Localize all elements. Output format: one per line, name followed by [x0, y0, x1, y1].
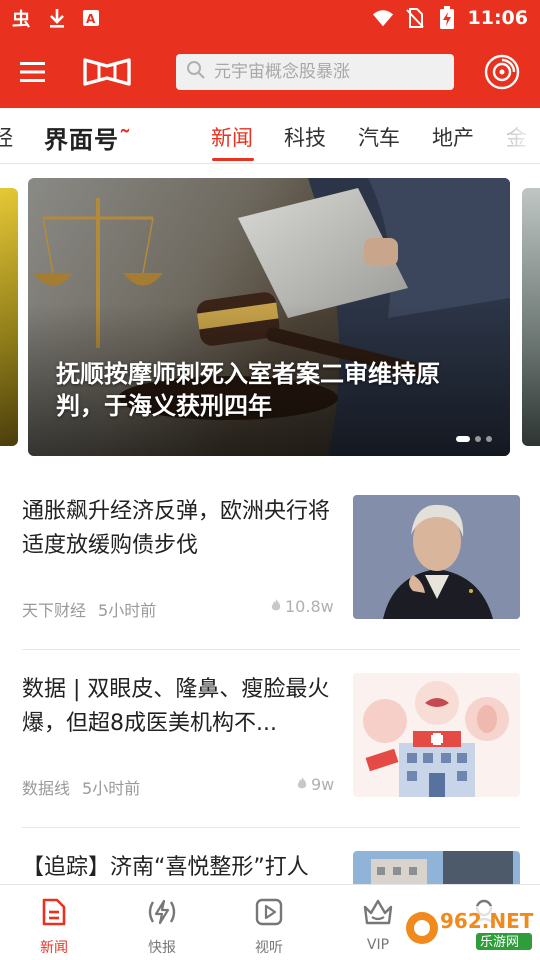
- battery-charging-icon: [436, 6, 458, 29]
- nav-vip-label: VIP: [366, 937, 390, 953]
- news-meta: 数据线 5小时前: [22, 775, 140, 799]
- list-divider: [22, 649, 520, 650]
- watermark-main-text: 962.NET: [440, 909, 534, 933]
- tab-jiemian-hao[interactable]: 界面号˜: [44, 120, 132, 155]
- news-source: 天下财经: [22, 601, 87, 620]
- tab-tech[interactable]: 科技: [284, 122, 326, 152]
- vip-crown-icon: [361, 897, 395, 931]
- jiemian-logo-icon[interactable]: [82, 56, 132, 88]
- carousel-dots: [456, 436, 492, 442]
- news-doc-icon: [39, 897, 69, 931]
- news-view-count: 10.8w: [285, 597, 334, 616]
- clock: 11:06: [467, 7, 528, 29]
- news-views: 9w: [296, 775, 334, 794]
- news-view-count: 9w: [311, 775, 335, 794]
- carousel-dot[interactable]: [486, 436, 492, 442]
- svg-text:A: A: [86, 12, 96, 26]
- wifi-icon: [372, 7, 394, 29]
- carousel-dot[interactable]: [475, 436, 481, 442]
- nav-video[interactable]: 视听: [229, 897, 309, 957]
- play-video-icon: [254, 897, 284, 931]
- status-bar: 虫 A 11:06: [0, 0, 540, 36]
- hamburger-menu-icon[interactable]: [18, 58, 48, 86]
- search-input[interactable]: [214, 62, 444, 82]
- news-list-item[interactable]: 数据 | 双眼皮、隆鼻、瘦脸最火爆，但超8成医美机构不... 数据线 5小时前 …: [22, 673, 520, 799]
- news-source: 数据线: [22, 779, 71, 798]
- a-box-icon: A: [80, 7, 102, 29]
- news-views: 10.8w: [270, 597, 334, 616]
- site-watermark: 962.NET 乐游网: [400, 900, 536, 956]
- nav-video-label: 视听: [255, 940, 283, 956]
- search-bar[interactable]: [176, 54, 454, 90]
- nav-flash-label: 快报: [148, 940, 176, 956]
- banner-title[interactable]: 抚顺按摩师刺死入室者案二审维持原判，于海义获刑四年: [56, 358, 486, 422]
- active-tab-indicator: [212, 158, 254, 161]
- bug-icon: 虫: [12, 7, 34, 29]
- list-divider: [22, 827, 520, 828]
- tab-news[interactable]: 新闻: [211, 122, 253, 152]
- tab-real-estate[interactable]: 地产: [432, 122, 474, 152]
- no-sim-icon: [404, 7, 426, 29]
- news-title[interactable]: 【追踪】济南“喜悦整形”打人: [22, 851, 332, 885]
- news-list-item[interactable]: 通胀飙升经济反弹，欧洲央行将适度放缓购债步伐 天下财经 5小时前 10.8w: [22, 495, 520, 621]
- flame-icon: [270, 597, 282, 616]
- news-meta: 天下财经 5小时前: [22, 597, 156, 621]
- audio-disc-icon[interactable]: [484, 54, 520, 90]
- banner-slide[interactable]: 抚顺按摩师刺死入室者案二审维持原判，于海义获刑四年: [28, 178, 510, 456]
- flame-icon: [296, 775, 308, 794]
- app-screen: 虫 A 11:06 元宇宙概念股暴涨 界面号˜ 新闻 科技 汽车 地产 抚顺按摩…: [0, 0, 540, 960]
- cosmetic-hospital-illustration[interactable]: [353, 673, 520, 797]
- tabs-fade: [500, 108, 540, 163]
- news-title[interactable]: 通胀飙升经济反弹，欧洲央行将适度放缓购债步伐: [22, 495, 332, 563]
- flash-broadcast-icon: [145, 897, 179, 931]
- search-icon: [186, 60, 206, 84]
- tab-auto[interactable]: 汽车: [358, 122, 400, 152]
- brand-mark-icon: ˜: [119, 125, 132, 154]
- channel-tabs: 经 界面号˜ 新闻 科技 汽车 地产 金: [0, 108, 540, 164]
- carousel-prev-slide[interactable]: [0, 188, 18, 446]
- nav-news[interactable]: 新闻: [14, 897, 94, 957]
- tab-jiemian-hao-label: 界面号: [44, 125, 119, 154]
- nav-flash[interactable]: 快报: [122, 897, 202, 957]
- carousel-dot-active[interactable]: [456, 436, 470, 442]
- news-title[interactable]: 数据 | 双眼皮、隆鼻、瘦脸最火爆，但超8成医美机构不...: [22, 673, 332, 741]
- carousel-next-slide[interactable]: [522, 188, 540, 446]
- app-bar: [0, 36, 540, 108]
- svg-text:虫: 虫: [12, 8, 30, 29]
- news-time: 5小时前: [98, 601, 157, 620]
- banner-carousel[interactable]: 抚顺按摩师刺死入室者案二审维持原判，于海义获刑四年: [0, 178, 540, 458]
- woman-speaker-photo[interactable]: [353, 495, 520, 619]
- watermark-sub-text: 乐游网: [480, 935, 519, 950]
- tab-finance[interactable]: 经: [0, 122, 13, 152]
- news-time: 5小时前: [82, 779, 141, 798]
- download-icon: [46, 7, 68, 29]
- nav-news-label: 新闻: [40, 940, 68, 956]
